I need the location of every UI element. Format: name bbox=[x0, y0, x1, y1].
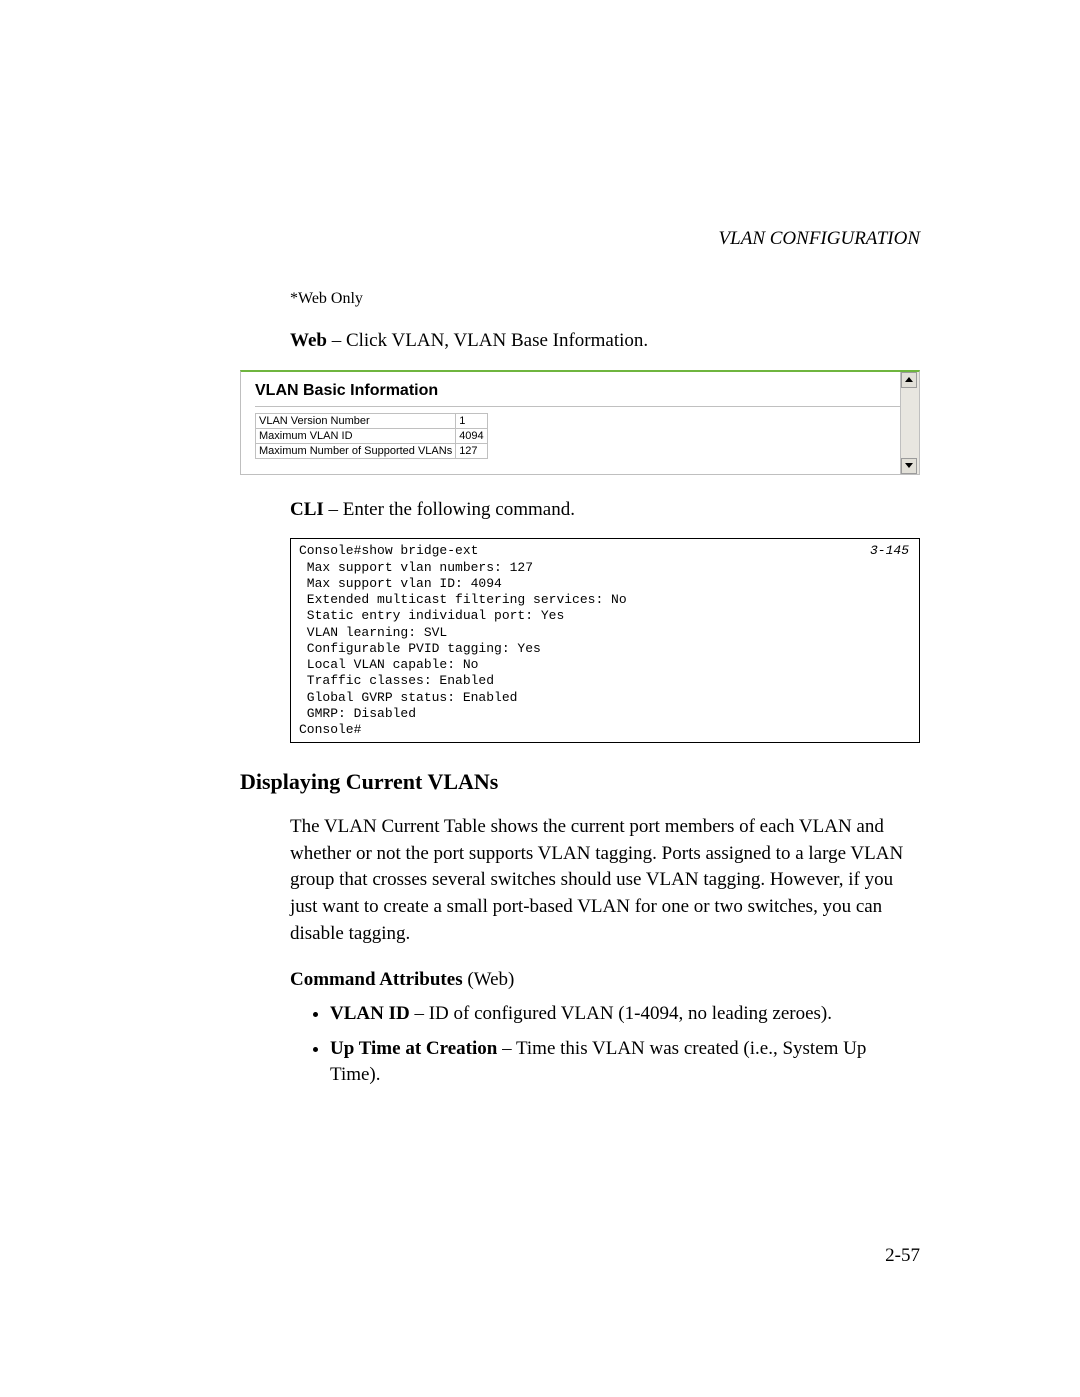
header-title: VLAN C bbox=[719, 228, 783, 249]
row-label: VLAN Version Number bbox=[256, 413, 456, 428]
cli-instruction: CLI – Enter the following command. bbox=[290, 497, 920, 523]
cli-instruction-rest: – Enter the following command. bbox=[324, 499, 575, 520]
cmd-attr-rest: (Web) bbox=[463, 969, 515, 990]
table-row: Maximum VLAN ID 4094 bbox=[256, 428, 488, 443]
web-instruction-rest: – Click VLAN, VLAN Base Information. bbox=[327, 330, 648, 351]
row-label: Maximum Number of Supported VLANs bbox=[256, 443, 456, 458]
cmd-attr-bold: Command Attributes bbox=[290, 969, 463, 990]
row-value: 4094 bbox=[456, 428, 487, 443]
cli-instruction-bold: CLI bbox=[290, 499, 324, 520]
command-attributes-list: VLAN ID – ID of configured VLAN (1-4094,… bbox=[312, 1001, 920, 1089]
cli-output-box: 3-145 Console#show bridge-ext Max support… bbox=[290, 538, 920, 743]
list-item-bold: VLAN ID bbox=[330, 1003, 410, 1024]
command-attributes-heading: Command Attributes (Web) bbox=[290, 969, 920, 991]
list-item: VLAN ID – ID of configured VLAN (1-4094,… bbox=[330, 1001, 920, 1028]
vlan-basic-info-panel: VLAN Basic Information VLAN Version Numb… bbox=[240, 370, 920, 475]
panel-title: VLAN Basic Information bbox=[255, 382, 905, 407]
web-instruction-bold: Web bbox=[290, 330, 327, 351]
scroll-up-button[interactable] bbox=[901, 372, 917, 388]
row-value: 1 bbox=[456, 413, 487, 428]
table-row: VLAN Version Number 1 bbox=[256, 413, 488, 428]
row-label: Maximum VLAN ID bbox=[256, 428, 456, 443]
cli-reference: 3-145 bbox=[870, 543, 909, 559]
cli-output-text: Console#show bridge-ext Max support vlan… bbox=[299, 543, 627, 737]
header-title-caps: ONFIGURATION bbox=[782, 228, 920, 249]
page-number: 2-57 bbox=[885, 1245, 920, 1267]
vlan-info-table: VLAN Version Number 1 Maximum VLAN ID 40… bbox=[255, 413, 488, 459]
list-item-bold: Up Time at Creation bbox=[330, 1038, 497, 1059]
scrollbar[interactable] bbox=[900, 372, 919, 474]
list-item: Up Time at Creation – Time this VLAN was… bbox=[330, 1036, 920, 1089]
running-header: VLAN CONFIGURATION bbox=[240, 228, 920, 250]
web-instruction: Web – Click VLAN, VLAN Base Information. bbox=[290, 328, 920, 354]
section-heading: Displaying Current VLANs bbox=[240, 769, 920, 795]
section-body: The VLAN Current Table shows the current… bbox=[290, 814, 920, 947]
table-row: Maximum Number of Supported VLANs 127 bbox=[256, 443, 488, 458]
list-item-rest: – ID of configured VLAN (1-4094, no lead… bbox=[410, 1003, 832, 1024]
footnote-web-only: *Web Only bbox=[290, 290, 920, 308]
scroll-down-button[interactable] bbox=[901, 458, 917, 474]
row-value: 127 bbox=[456, 443, 487, 458]
